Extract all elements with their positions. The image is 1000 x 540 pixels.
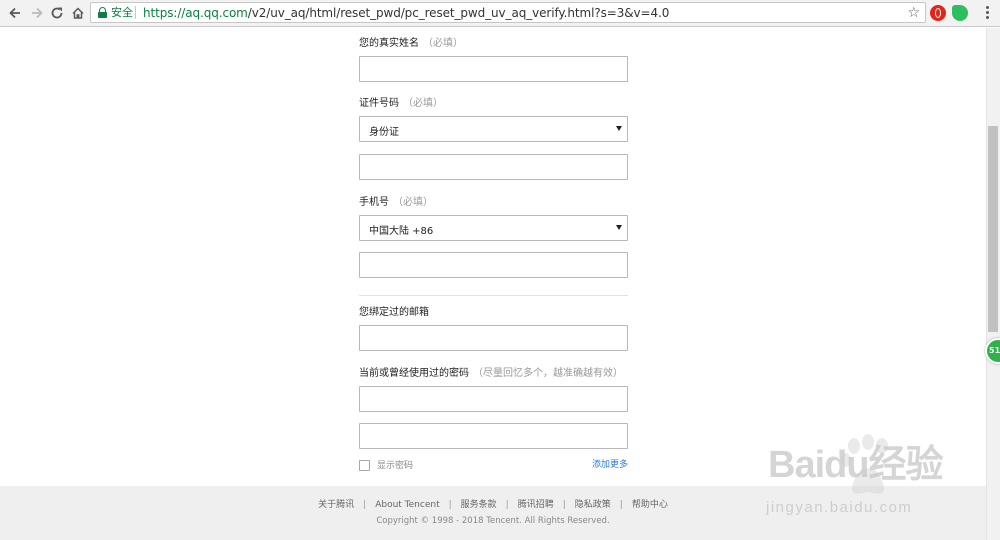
- phone-label-text: 手机号: [359, 197, 389, 208]
- phone-region-select[interactable]: 中国大陆 +86: [359, 215, 628, 241]
- home-button[interactable]: [68, 3, 88, 23]
- back-button[interactable]: [5, 3, 25, 23]
- home-icon: [72, 7, 84, 19]
- footer-separator: |: [363, 500, 367, 510]
- secure-label: 安全: [111, 6, 133, 19]
- opera-extension-icon[interactable]: [930, 5, 946, 21]
- id-required-hint: （必填）: [403, 98, 443, 109]
- password-input-2[interactable]: [359, 423, 628, 449]
- email-label: 您绑定过的邮箱: [359, 307, 429, 318]
- footer-link-privacy[interactable]: 隐私政策: [575, 500, 611, 510]
- phone-region-value: 中国大陆 +86: [369, 226, 434, 237]
- real-name-input[interactable]: [359, 56, 628, 82]
- footer-link-careers[interactable]: 腾讯招聘: [518, 500, 554, 510]
- watermark-brand: Baidu经验: [768, 444, 944, 486]
- browser-menu-icon[interactable]: [980, 5, 994, 21]
- password-label-text: 当前或曾经使用过的密码: [359, 368, 469, 379]
- name-label-text: 您的真实姓名: [359, 38, 419, 49]
- name-required-hint: （必填）: [423, 38, 463, 49]
- footer-separator: |: [505, 500, 509, 510]
- footer-link-terms[interactable]: 服务条款: [461, 500, 497, 510]
- forward-button[interactable]: [27, 3, 47, 23]
- phone-label: 手机号 （必填）: [359, 197, 433, 209]
- phone-required-hint: （必填）: [393, 197, 433, 208]
- url-path: /v2/uv_aq/html/reset_pwd/pc_reset_pwd_uv…: [247, 6, 670, 20]
- id-number-input[interactable]: [359, 154, 628, 180]
- watermark-url: jingyan.baidu.com: [766, 499, 913, 516]
- floating-badge-text: 51: [989, 346, 1000, 355]
- email-input[interactable]: [359, 325, 628, 351]
- browser-toolbar: 安全 https://aq.qq.com/v2/uv_aq/html/reset…: [0, 0, 1000, 27]
- password-input-1[interactable]: [359, 386, 628, 412]
- chevron-down-icon: [616, 225, 622, 230]
- url-host: https://aq.qq.com: [143, 6, 248, 20]
- arrow-left-icon: [9, 7, 20, 19]
- footer-separator: |: [448, 500, 452, 510]
- footer-separator: |: [562, 500, 566, 510]
- footer-link-about-en[interactable]: About Tencent: [375, 500, 439, 510]
- bookmark-star-icon[interactable]: ☆: [907, 4, 920, 22]
- footer-link-help[interactable]: 帮助中心: [632, 500, 668, 510]
- chevron-down-icon: [616, 126, 622, 131]
- scrollbar-thumb[interactable]: [988, 126, 998, 332]
- id-label-text: 证件号码: [359, 98, 399, 109]
- id-type-value: 身份证: [369, 127, 399, 138]
- evernote-extension-icon[interactable]: [952, 5, 968, 21]
- arrow-right-icon: [32, 7, 43, 19]
- url-separator: [135, 6, 136, 19]
- id-label: 证件号码 （必填）: [359, 98, 443, 110]
- add-more-link[interactable]: 添加更多: [592, 459, 628, 471]
- lock-icon: [98, 7, 107, 18]
- url-text[interactable]: https://aq.qq.com/v2/uv_aq/html/reset_pw…: [143, 5, 669, 21]
- reload-icon: [51, 7, 63, 19]
- show-password-checkbox[interactable]: [359, 460, 370, 471]
- section-divider: [359, 295, 628, 296]
- phone-number-input[interactable]: [359, 252, 628, 278]
- show-password-label: 显示密码: [377, 461, 414, 471]
- id-type-select[interactable]: 身份证: [359, 116, 628, 142]
- address-bar[interactable]: 安全 https://aq.qq.com/v2/uv_aq/html/reset…: [90, 2, 926, 23]
- footer-separator: |: [619, 500, 623, 510]
- name-label: 您的真实姓名 （必填）: [359, 38, 463, 50]
- password-label: 当前或曾经使用过的密码 （尽量回忆多个，越准确越有效）: [359, 368, 623, 380]
- password-hint: （尽量回忆多个，越准确越有效）: [473, 368, 623, 379]
- reload-button[interactable]: [47, 3, 67, 23]
- footer-link-about-cn[interactable]: 关于腾讯: [318, 500, 354, 510]
